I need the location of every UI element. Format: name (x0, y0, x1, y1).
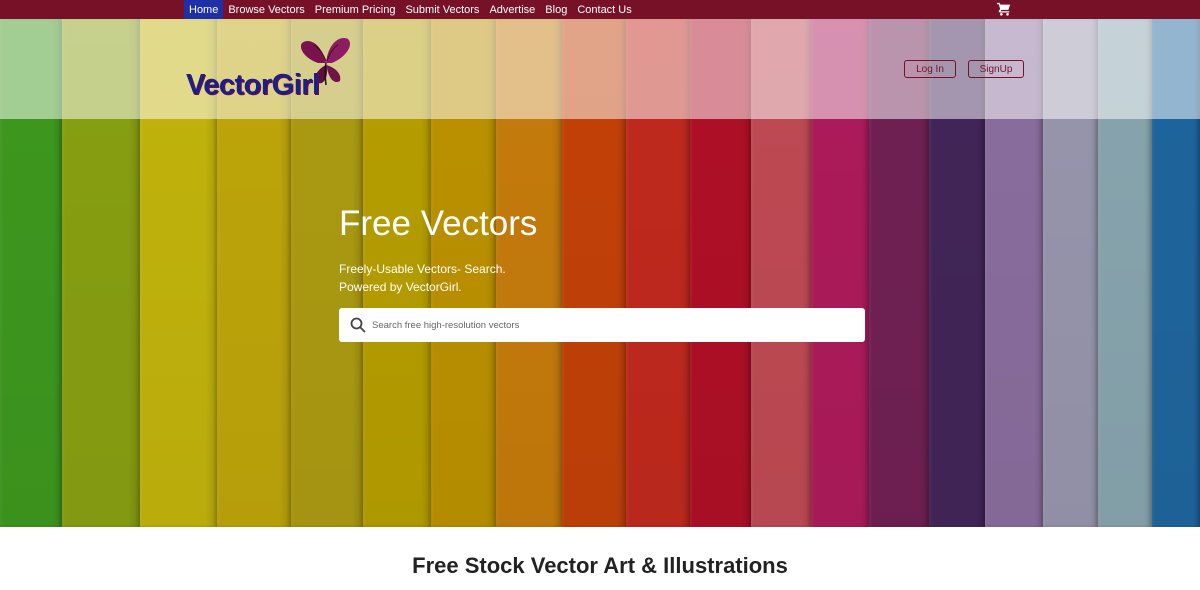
hero-title: Free Vectors (339, 204, 538, 243)
nav-advertise[interactable]: Advertise (484, 0, 540, 19)
nav-submit-vectors[interactable]: Submit Vectors (400, 0, 484, 19)
nav-home[interactable]: Home (184, 0, 224, 19)
search-icon[interactable] (350, 317, 366, 333)
main-nav: Home Browse Vectors Premium Pricing Subm… (184, 0, 637, 19)
shopping-cart-icon[interactable] (997, 2, 1011, 16)
hero-subtitle: Freely-Usable Vectors- Search. Powered b… (339, 260, 639, 296)
section-title: Free Stock Vector Art & Illustrations (412, 553, 788, 578)
login-button[interactable]: Log In (904, 60, 956, 78)
nav-contact-us[interactable]: Contact Us (572, 0, 636, 19)
hero-section: VectorGirl Log In SignUp Free Vectors Fr… (0, 19, 1200, 527)
hero-subtitle-line-1: Freely-Usable Vectors- Search. (339, 262, 506, 276)
top-nav-bar: Home Browse Vectors Premium Pricing Subm… (0, 0, 1200, 19)
nav-blog[interactable]: Blog (540, 0, 572, 19)
search-bar[interactable] (339, 308, 865, 342)
nav-browse-vectors[interactable]: Browse Vectors (223, 0, 309, 19)
nav-premium-pricing[interactable]: Premium Pricing (310, 0, 401, 19)
hero-subtitle-line-2: Powered by VectorGirl. (339, 280, 462, 294)
site-logo[interactable]: VectorGirl (186, 33, 356, 105)
search-input[interactable] (372, 315, 852, 335)
logo-wordmark: VectorGirl (186, 69, 320, 101)
signup-button[interactable]: SignUp (968, 60, 1024, 78)
